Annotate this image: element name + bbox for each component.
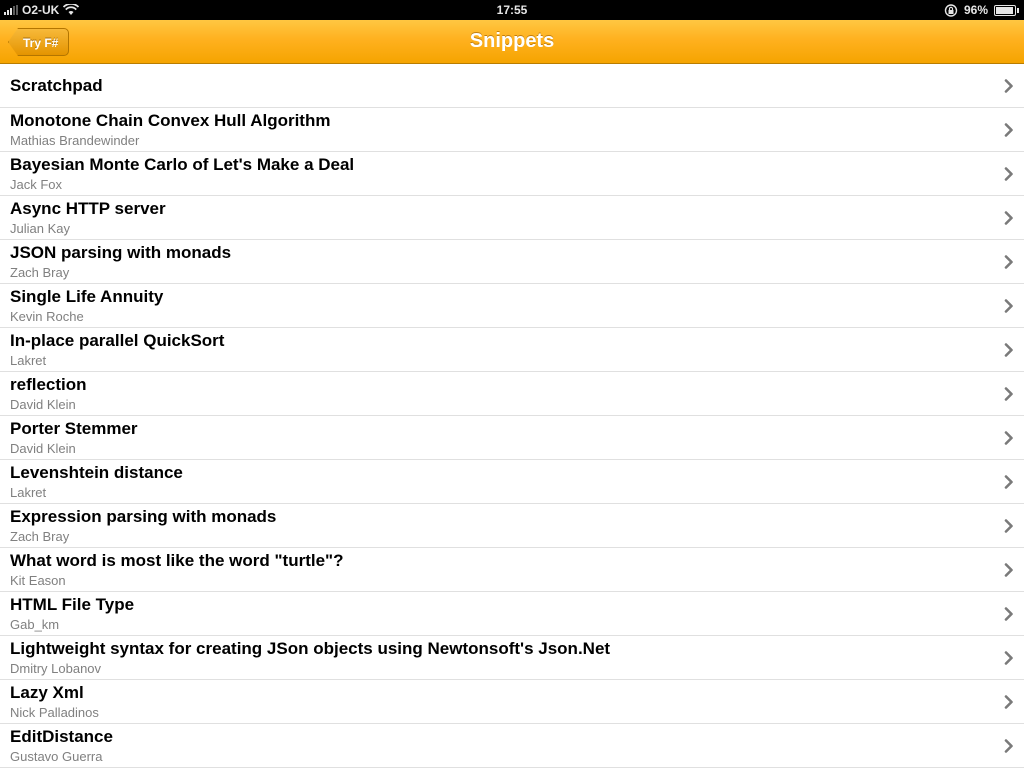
list-item[interactable]: Porter Stemmer David Klein [0, 416, 1024, 460]
snippet-title: Lightweight syntax for creating JSon obj… [10, 639, 611, 658]
battery-level-fill [996, 6, 1014, 14]
snippet-title: Levenshtein distance [10, 463, 183, 482]
chevron-right-icon [1004, 299, 1013, 313]
list-item[interactable]: Expression parsing with monads Zach Bray [0, 504, 1024, 548]
list-item[interactable]: Lightweight syntax for creating JSon obj… [0, 636, 1024, 680]
list-item[interactable]: Single Life Annuity Kevin Roche [0, 284, 1024, 328]
chevron-right-icon [1004, 167, 1013, 181]
list-item[interactable]: In-place parallel QuickSort Lakret [0, 328, 1024, 372]
snippet-title: Porter Stemmer [10, 419, 138, 438]
chevron-right-icon [1004, 563, 1013, 577]
chevron-right-icon [1004, 431, 1013, 445]
snippet-title: Scratchpad [10, 76, 103, 95]
snippet-title: HTML File Type [10, 595, 135, 614]
snippet-title: Lazy Xml [10, 683, 84, 702]
battery-percent: 96% [963, 3, 988, 17]
rotation-lock-icon [944, 3, 958, 17]
snippet-author: David Klein [10, 397, 76, 412]
list-item[interactable]: Bayesian Monte Carlo of Let's Make a Dea… [0, 152, 1024, 196]
snippet-list: Scratchpad Monotone Chain Convex Hull Alg… [0, 64, 1024, 768]
chevron-right-icon [1004, 79, 1013, 93]
snippet-author: Nick Palladinos [10, 705, 99, 720]
list-item[interactable]: What word is most like the word "turtle"… [0, 548, 1024, 592]
chevron-right-icon [1004, 519, 1013, 533]
chevron-right-icon [1004, 607, 1013, 621]
snippet-author: Gustavo Guerra [10, 749, 103, 764]
snippet-title: Monotone Chain Convex Hull Algorithm [10, 111, 331, 130]
list-item[interactable]: JSON parsing with monads Zach Bray [0, 240, 1024, 284]
chevron-right-icon [1004, 739, 1013, 753]
list-item[interactable]: Lazy Xml Nick Palladinos [0, 680, 1024, 724]
snippet-title: reflection [10, 375, 87, 394]
snippet-title: EditDistance [10, 727, 113, 746]
snippet-author: Julian Kay [10, 221, 70, 236]
status-bar: O2-UK 17:55 96% [0, 0, 1024, 20]
snippet-author: Kit Eason [10, 573, 66, 588]
snippet-author: Kevin Roche [10, 309, 84, 324]
status-time: 17:55 [496, 3, 528, 17]
snippet-title: Single Life Annuity [10, 287, 164, 306]
battery-icon [994, 4, 1019, 16]
list-item[interactable]: Levenshtein distance Lakret [0, 460, 1024, 504]
snippet-title: JSON parsing with monads [10, 243, 232, 262]
snippet-title: Bayesian Monte Carlo of Let's Make a Dea… [10, 155, 355, 174]
chevron-right-icon [1004, 387, 1013, 401]
status-right: 96% [944, 3, 1019, 17]
chevron-right-icon [1004, 475, 1013, 489]
snippet-author: David Klein [10, 441, 76, 456]
snippet-author: Zach Bray [10, 529, 70, 544]
snippet-author: Gab_km [10, 617, 60, 632]
snippet-title: Async HTTP server [10, 199, 166, 218]
chevron-right-icon [1004, 255, 1013, 269]
list-item[interactable]: HTML File Type Gab_km [0, 592, 1024, 636]
snippet-author: Zach Bray [10, 265, 70, 280]
chevron-right-icon [1004, 651, 1013, 665]
list-item[interactable]: Monotone Chain Convex Hull Algorithm Math… [0, 108, 1024, 152]
navigation-bar: Try F# Snippets [0, 20, 1024, 64]
snippet-author: Mathias Brandewinder [10, 133, 140, 148]
chevron-right-icon [1004, 695, 1013, 709]
snippet-title: What word is most like the word "turtle"… [10, 551, 344, 570]
snippet-author: Dmitry Lobanov [10, 661, 102, 676]
list-item[interactable]: Scratchpad [0, 64, 1024, 108]
snippet-author: Lakret [10, 353, 47, 368]
list-item[interactable]: EditDistance Gustavo Guerra [0, 724, 1024, 768]
chevron-right-icon [1004, 123, 1013, 137]
snippet-title: Expression parsing with monads [10, 507, 277, 526]
list-item[interactable]: Async HTTP server Julian Kay [0, 196, 1024, 240]
snippet-author: Lakret [10, 485, 47, 500]
snippet-author: Jack Fox [10, 177, 63, 192]
page-title: Snippets [469, 30, 555, 52]
snippet-title: In-place parallel QuickSort [10, 331, 225, 350]
chevron-right-icon [1004, 343, 1013, 357]
chevron-right-icon [1004, 211, 1013, 225]
list-item[interactable]: reflection David Klein [0, 372, 1024, 416]
